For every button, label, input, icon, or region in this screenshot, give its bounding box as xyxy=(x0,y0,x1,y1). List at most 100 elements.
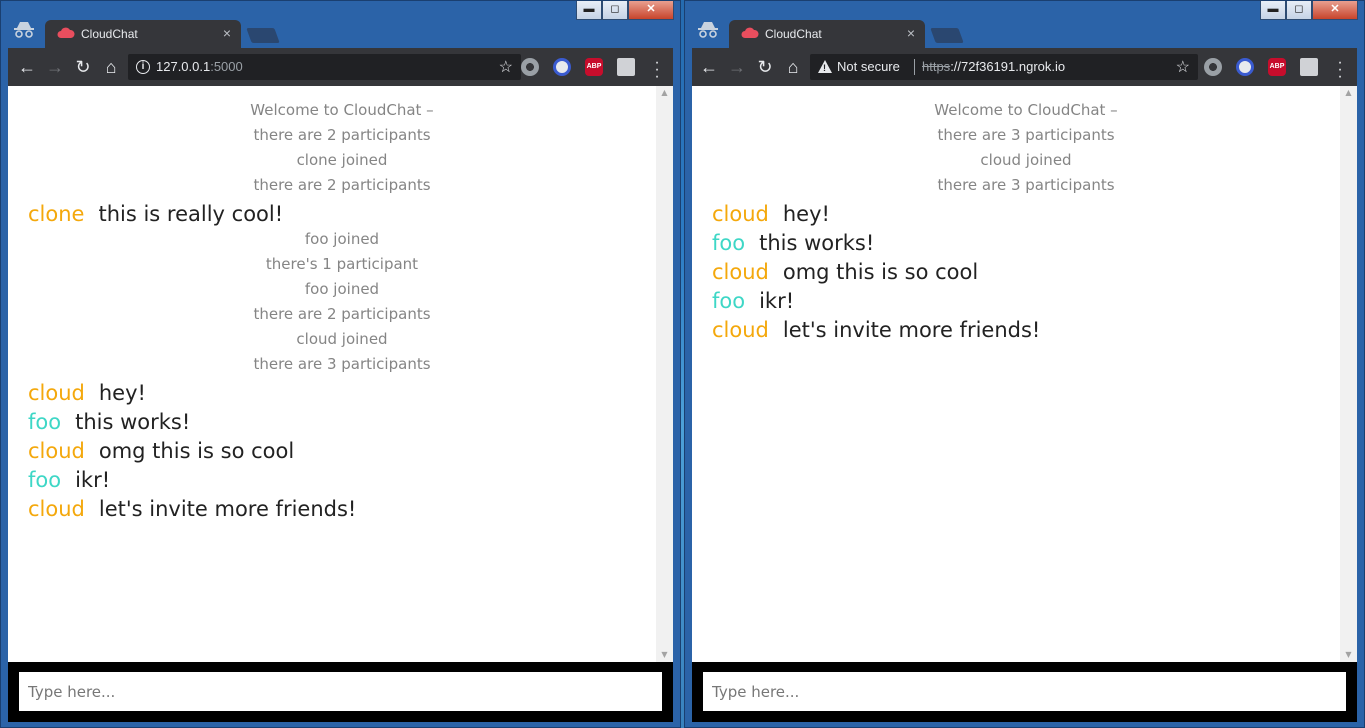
tab-close-icon[interactable]: × xyxy=(907,25,915,41)
message-username: cloud xyxy=(28,439,85,463)
noscript-icon[interactable] xyxy=(553,58,571,76)
message-text: let's invite more friends! xyxy=(98,497,357,521)
abp-icon[interactable]: ABP xyxy=(1268,58,1286,76)
system-message: Welcome to CloudChat – xyxy=(250,101,434,119)
home-button[interactable]: ⌂ xyxy=(782,56,804,78)
noscript-icon[interactable] xyxy=(1236,58,1254,76)
browser-toolbar: ← → ↻ ⌂ ! Not secure https://72f36191.ng… xyxy=(692,48,1357,86)
message-username: foo xyxy=(712,231,746,255)
system-message: there are 2 participants xyxy=(253,305,431,323)
reload-button[interactable]: ↻ xyxy=(754,56,776,78)
cloud-icon xyxy=(57,27,75,38)
message-text: this works! xyxy=(759,231,875,255)
bookmark-star-icon[interactable]: ☆ xyxy=(499,57,513,77)
menu-icon[interactable]: · · · xyxy=(1335,55,1345,85)
cloud-icon xyxy=(741,27,759,38)
new-tab-button[interactable] xyxy=(930,28,964,43)
message-text: hey! xyxy=(98,381,146,405)
tab-cloudchat[interactable]: CloudChat × xyxy=(729,20,925,48)
system-message: cloud joined xyxy=(296,330,388,348)
message-username: cloud xyxy=(28,381,85,405)
input-bar xyxy=(8,662,673,722)
page-content: Welcome to CloudChat – there are 2 partic… xyxy=(8,86,673,662)
message-username: clone xyxy=(28,202,85,226)
url-scheme: https xyxy=(922,59,951,74)
message-username: cloud xyxy=(712,202,769,226)
close-window-button[interactable]: ✕ xyxy=(1312,1,1358,20)
message-username: cloud xyxy=(712,260,769,284)
message-text: this is really cool! xyxy=(98,202,284,226)
scrollbar[interactable]: ▲ ▼ xyxy=(656,86,673,662)
page-content: Welcome to CloudChat – there are 3 partic… xyxy=(692,86,1357,662)
tab-title: CloudChat xyxy=(81,27,138,41)
chrome-extension-icon[interactable] xyxy=(521,58,539,76)
scroll-down-icon[interactable]: ▼ xyxy=(656,648,673,662)
system-message: clone joined xyxy=(296,151,388,169)
maximize-button[interactable]: ◻ xyxy=(602,1,628,20)
tab-cloudchat[interactable]: CloudChat × xyxy=(45,20,241,48)
minimize-button[interactable]: ▬ xyxy=(1260,1,1286,20)
message-username: foo xyxy=(28,410,62,434)
message-input[interactable] xyxy=(19,672,662,711)
address-bar[interactable]: i 127.0.0.1:5000 ☆ xyxy=(128,54,521,80)
chat-log: Welcome to CloudChat – there are 3 partic… xyxy=(712,99,1340,344)
system-message: there are 3 participants xyxy=(937,126,1115,144)
address-bar[interactable]: ! Not secure https://72f36191.ngrok.io ☆ xyxy=(810,54,1198,80)
browser-window-right: CloudChat × ▬ ◻ ✕ ← → ↻ ⌂ ! Not secure h… xyxy=(684,0,1365,728)
chat-message: foo ikr! xyxy=(712,286,1340,315)
system-message: there are 3 participants xyxy=(937,176,1115,194)
window-controls: ▬ ◻ ✕ xyxy=(576,1,674,21)
system-message: there's 1 participant xyxy=(265,255,419,273)
close-window-button[interactable]: ✕ xyxy=(628,1,674,20)
bookmark-manager-icon[interactable] xyxy=(1300,58,1318,76)
system-message: foo joined xyxy=(304,230,380,248)
system-message: there are 2 participants xyxy=(253,126,431,144)
chat-message: cloud hey! xyxy=(28,378,656,407)
chat-message: cloud omg this is so cool xyxy=(712,257,1340,286)
system-message: Welcome to CloudChat – xyxy=(934,101,1118,119)
title-bar[interactable]: CloudChat × ▬ ◻ ✕ xyxy=(685,1,1364,48)
scroll-up-icon[interactable]: ▲ xyxy=(1340,86,1357,100)
back-button[interactable]: ← xyxy=(698,56,720,78)
forward-button[interactable]: → xyxy=(726,56,748,78)
tab-close-icon[interactable]: × xyxy=(223,25,231,41)
info-icon[interactable]: i xyxy=(136,60,150,74)
bookmark-manager-icon[interactable] xyxy=(617,58,635,76)
forward-button[interactable]: → xyxy=(44,56,66,78)
url-host: 127.0.0.1 xyxy=(156,59,211,74)
incognito-icon xyxy=(14,22,34,38)
scroll-up-icon[interactable]: ▲ xyxy=(656,86,673,100)
scroll-down-icon[interactable]: ▼ xyxy=(1340,648,1357,662)
message-input[interactable] xyxy=(703,672,1346,711)
scrollbar[interactable]: ▲ ▼ xyxy=(1340,86,1357,662)
message-username: foo xyxy=(712,289,746,313)
system-message: cloud joined xyxy=(980,151,1072,169)
minimize-button[interactable]: ▬ xyxy=(576,1,602,20)
warning-icon[interactable]: ! xyxy=(818,60,832,73)
home-button[interactable]: ⌂ xyxy=(100,56,122,78)
system-message: there are 2 participants xyxy=(253,176,431,194)
bookmark-star-icon[interactable]: ☆ xyxy=(1176,57,1190,77)
back-button[interactable]: ← xyxy=(16,56,38,78)
browser-toolbar: ← → ↻ ⌂ i 127.0.0.1:5000 ☆ ABP · · · xyxy=(8,48,673,86)
chat-message: cloud hey! xyxy=(712,199,1340,228)
window-controls: ▬ ◻ ✕ xyxy=(1260,1,1358,21)
chrome-extension-icon[interactable] xyxy=(1204,58,1222,76)
title-bar[interactable]: CloudChat × ▬ ◻ ✕ xyxy=(1,1,680,48)
abp-icon[interactable]: ABP xyxy=(585,58,603,76)
chat-log: Welcome to CloudChat – there are 2 partic… xyxy=(28,99,656,523)
url-text: 127.0.0.1:5000 xyxy=(156,59,243,74)
url-host: ://72f36191.ngrok.io xyxy=(950,59,1066,74)
message-username: cloud xyxy=(28,497,85,521)
new-tab-button[interactable] xyxy=(246,28,280,43)
message-text: omg this is so cool xyxy=(782,260,979,284)
maximize-button[interactable]: ◻ xyxy=(1286,1,1312,20)
incognito-icon xyxy=(698,22,718,38)
input-bar xyxy=(692,662,1357,722)
chat-message: cloud let's invite more friends! xyxy=(712,315,1340,344)
reload-button[interactable]: ↻ xyxy=(72,56,94,78)
system-message: foo joined xyxy=(304,280,380,298)
menu-icon[interactable]: · · · xyxy=(652,55,662,85)
not-secure-label[interactable]: Not secure xyxy=(837,59,900,74)
url-port: :5000 xyxy=(210,59,243,74)
